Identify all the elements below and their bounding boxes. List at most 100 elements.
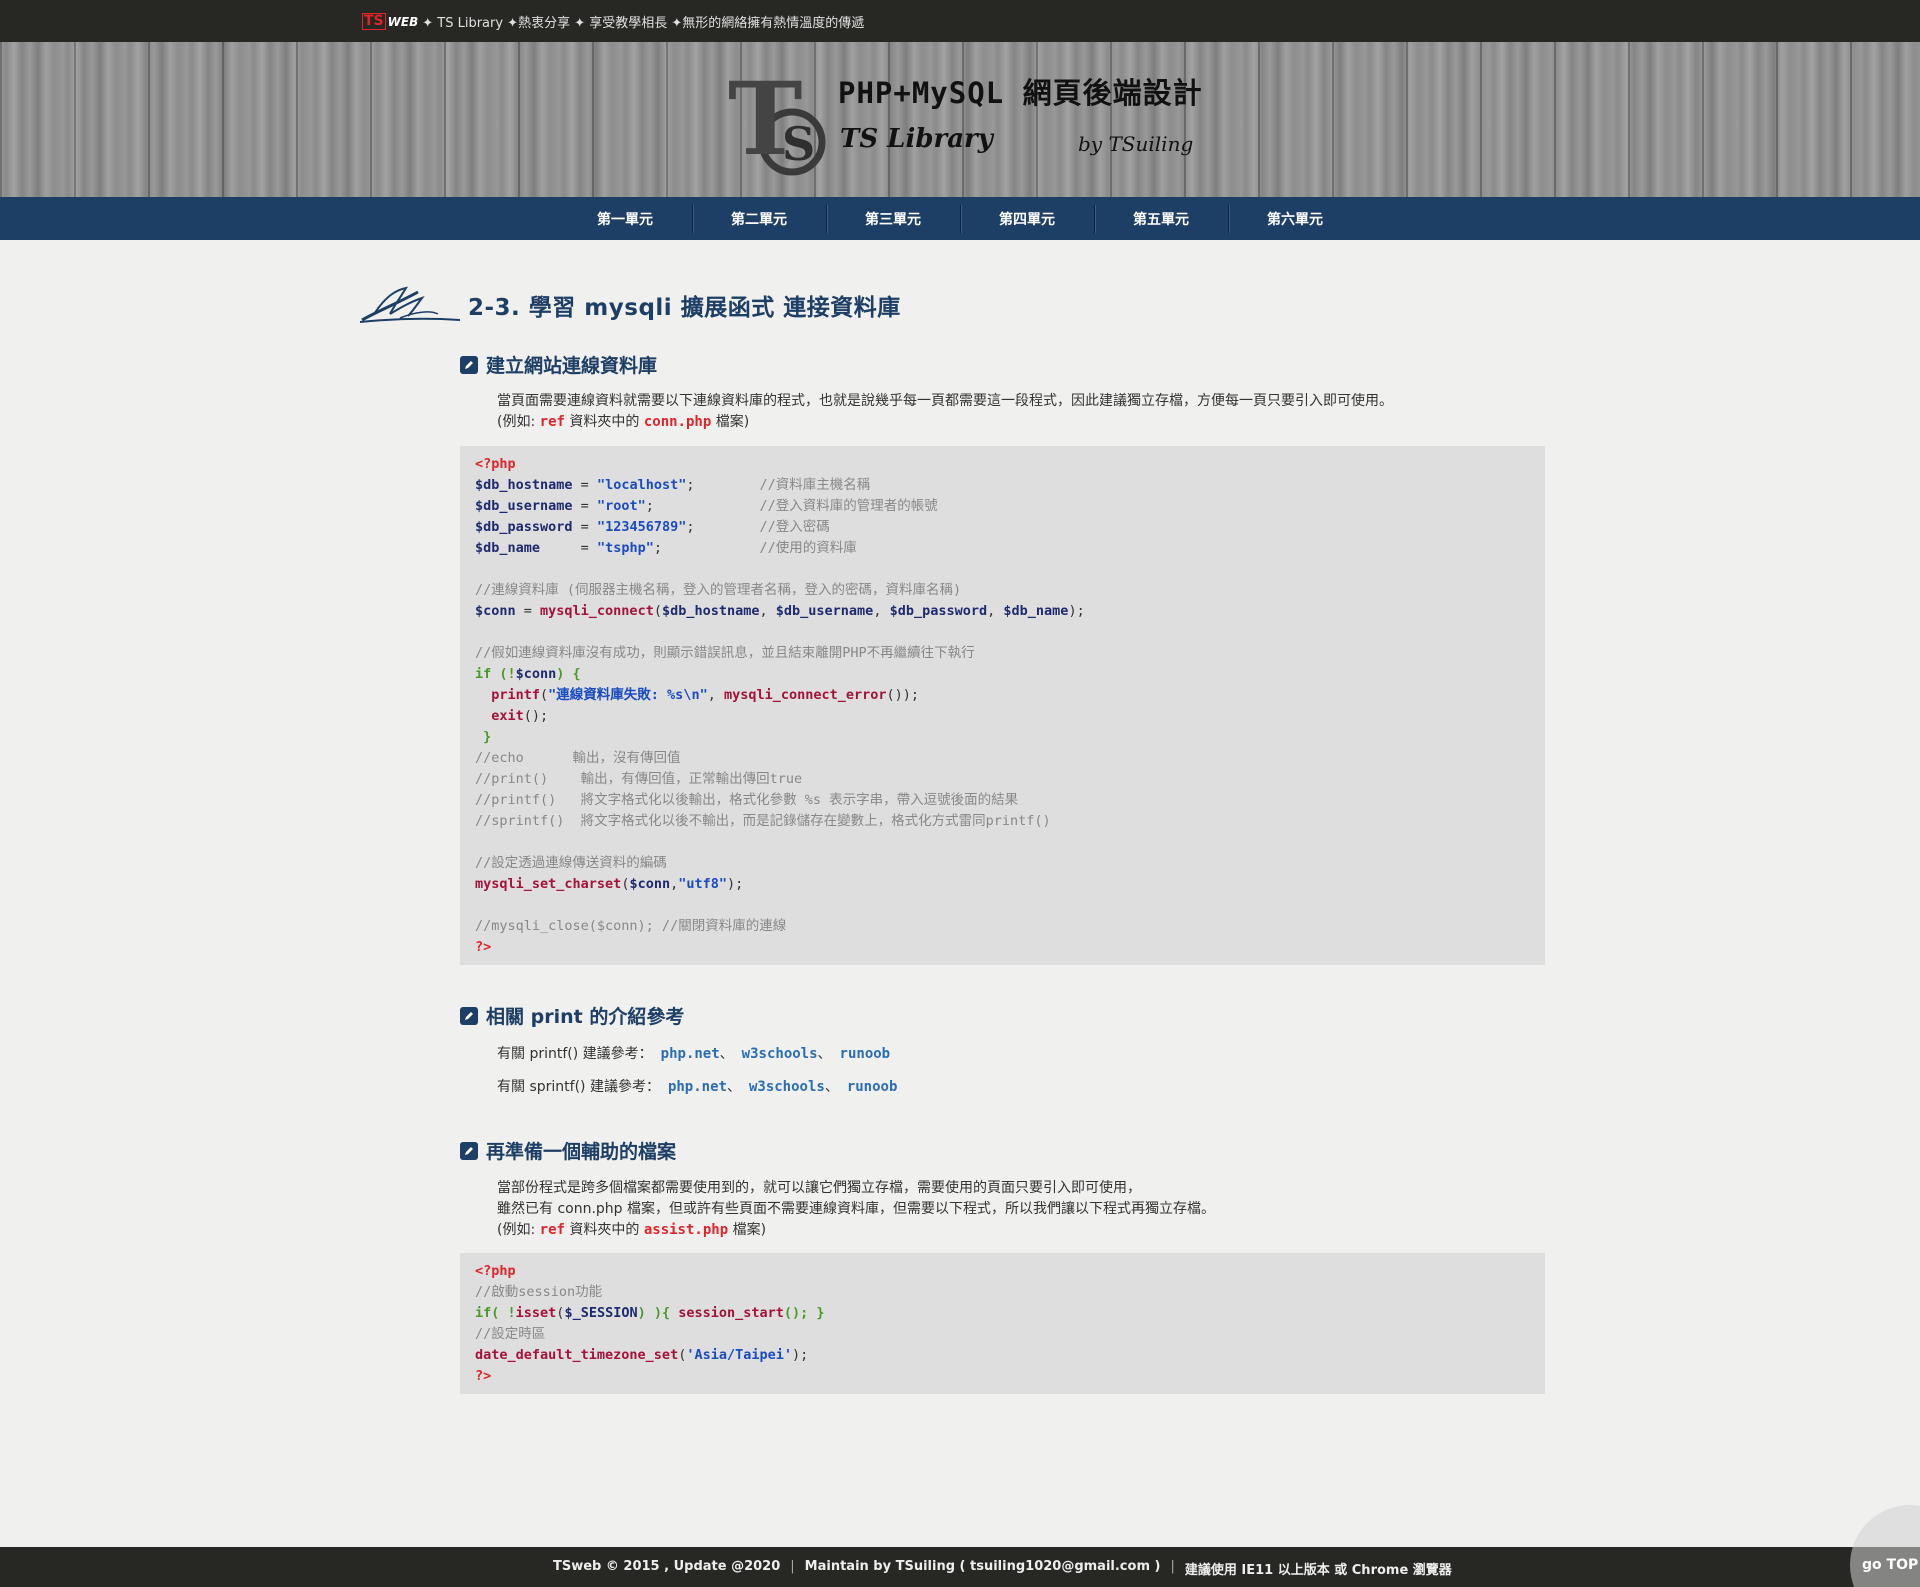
code-token: ?> bbox=[475, 1368, 492, 1384]
nav-item-unit-2[interactable]: 第二單元 bbox=[692, 197, 826, 240]
code-line: ?> bbox=[475, 1366, 1530, 1387]
ts-web-logo[interactable]: TS bbox=[362, 13, 386, 30]
code-line: //echo 輸出，沒有傳回值 bbox=[475, 748, 1530, 769]
sprintf-label: 有關 sprintf() 建議參考： bbox=[497, 1079, 660, 1095]
code-line: //mysqli_close($conn); //關閉資料庫的連線 bbox=[475, 916, 1530, 937]
go-top-label: go TOP bbox=[1862, 1557, 1919, 1573]
code-token: $conn bbox=[515, 666, 557, 682]
text-segment: 檔案) bbox=[728, 1222, 767, 1238]
code-token: "123456789" bbox=[596, 519, 687, 535]
printf-link-runoob[interactable]: runoob bbox=[840, 1046, 891, 1062]
code-token: exit bbox=[475, 708, 524, 724]
code-line: //設定透過連線傳送資料的編碼 bbox=[475, 853, 1530, 874]
code-line: <?php bbox=[475, 1261, 1530, 1282]
code-token: = bbox=[572, 477, 597, 493]
section1-description: 當頁面需要連線資料就需要以下連線資料庫的程式，也就是說幾乎每一頁都需要這一段程式… bbox=[497, 391, 1393, 433]
sprintf-link-runoob[interactable]: runoob bbox=[847, 1079, 898, 1095]
code-token: $db_password bbox=[475, 519, 573, 535]
code-line: //sprintf() 將文字格式化以後不輸出，而是記錄儲存在變數上，格式化方式… bbox=[475, 811, 1530, 832]
code-token: , bbox=[987, 603, 1004, 619]
section-title-text: 建立網站連線資料庫 bbox=[486, 355, 658, 377]
code-token: = bbox=[540, 540, 597, 556]
code-token: ()); bbox=[886, 687, 920, 703]
code-token: $db_username bbox=[775, 603, 874, 619]
code-token: ; bbox=[686, 477, 760, 493]
nav-item-unit-4[interactable]: 第四單元 bbox=[960, 197, 1094, 240]
edit-icon bbox=[460, 355, 478, 374]
code-token: ?> bbox=[475, 939, 492, 955]
code-token: //登入資料庫的管理者的帳號 bbox=[759, 498, 938, 514]
code-token: "localhost" bbox=[596, 477, 687, 493]
code-block-conn[interactable]: <?php $db_hostname = "localhost"; //資料庫主… bbox=[460, 446, 1545, 965]
topbar-slogan: ✦ TS Library ✦熱衷分享 ✦ 享受教學相長 ✦無形的網絡擁有熱情溫度… bbox=[422, 16, 865, 31]
code-token: "連線資料庫失敗: %s\n" bbox=[548, 687, 708, 703]
code-token: $db_password bbox=[889, 603, 988, 619]
code-line: printf("連線資料庫失敗: %s\n", mysqli_connect_e… bbox=[475, 685, 1530, 706]
code-token: , bbox=[873, 603, 890, 619]
text-segment: 資料夾中的 bbox=[564, 1222, 644, 1238]
code-token: <?php bbox=[475, 456, 516, 472]
code-token: $db_name bbox=[475, 540, 541, 556]
footer-maintainer[interactable]: Maintain by TSuiling ( tsuiling1020@gmai… bbox=[805, 1559, 1161, 1578]
section3-line2: 雖然已有 conn.php 檔案，但或許有些頁面不需要連線資料庫，但需要以下程式… bbox=[497, 1201, 1216, 1217]
code-line: $conn = mysqli_connect($db_hostname, $db… bbox=[475, 601, 1530, 622]
ref-folder-name: ref bbox=[539, 414, 565, 430]
printf-link-php-net[interactable]: php.net bbox=[661, 1046, 720, 1062]
section-title-text: 相關 print 的介紹參考 bbox=[486, 1006, 685, 1028]
code-token: , bbox=[707, 687, 724, 703]
ref-folder-name: ref bbox=[539, 1222, 565, 1238]
code-token: if bbox=[475, 1305, 492, 1321]
nav-item-unit-5[interactable]: 第五單元 bbox=[1094, 197, 1228, 240]
code-token: "root" bbox=[596, 498, 646, 514]
sprintf-references: 有關 sprintf() 建議參考： php.net、 w3schools、 runo… bbox=[497, 1077, 897, 1098]
nav-item-unit-1[interactable]: 第一單元 bbox=[558, 197, 692, 240]
code-block-assist[interactable]: <?php //啟動session功能 if( !isset($_SESSION… bbox=[460, 1253, 1545, 1394]
footer-browser-note: 建議使用 IE11 以上版本 或 Chrome 瀏覽器 bbox=[1184, 1563, 1452, 1578]
code-token: (! bbox=[491, 666, 516, 682]
printf-label: 有關 printf() 建議參考： bbox=[497, 1046, 653, 1062]
code-token: //printf() 將文字格式化以後輸出，格式化參數 %s 表示字串，帶入逗號… bbox=[475, 792, 1019, 808]
ts-library-logo[interactable]: T S bbox=[722, 60, 830, 182]
nav-item-unit-6[interactable]: 第六單元 bbox=[1228, 197, 1362, 240]
code-line: //printf() 將文字格式化以後輸出，格式化參數 %s 表示字串，帶入逗號… bbox=[475, 790, 1530, 811]
code-token: ); bbox=[792, 1347, 809, 1363]
text-segment: (例如: bbox=[497, 1222, 540, 1238]
banner-subtitle: TS Library bbox=[840, 124, 993, 154]
svg-text:S: S bbox=[782, 117, 815, 171]
code-line: //假如連線資料庫沒有成功，則顯示錯誤訊息，並且結束離開PHP不再繼續往下執行 bbox=[475, 643, 1530, 664]
section-title-print-ref: 相關 print 的介紹參考 bbox=[460, 1002, 684, 1029]
code-token: ( bbox=[540, 687, 549, 703]
code-token: $_SESSION bbox=[564, 1305, 638, 1321]
code-line: } bbox=[475, 727, 1530, 748]
code-token: //mysqli_close($conn); //關閉資料庫的連線 bbox=[475, 918, 787, 934]
code-token: //設定透過連線傳送資料的編碼 bbox=[475, 855, 667, 871]
sprintf-link-w3schools[interactable]: w3schools bbox=[749, 1079, 825, 1095]
text-segment: (例如: bbox=[497, 414, 540, 430]
code-token: ; bbox=[645, 498, 760, 514]
section3-line1: 當部份程式是跨多個檔案都需要使用到的，就可以讓它們獨立存檔，需要使用的頁面只要引… bbox=[497, 1180, 1141, 1196]
printf-link-w3schools[interactable]: w3schools bbox=[742, 1046, 818, 1062]
code-token: ); bbox=[727, 876, 744, 892]
code-token: = bbox=[515, 603, 541, 619]
code-token: <?php bbox=[475, 1263, 516, 1279]
code-token: if bbox=[475, 666, 492, 682]
section3-description: 當部份程式是跨多個檔案都需要使用到的，就可以讓它們獨立存檔，需要使用的頁面只要引… bbox=[497, 1178, 1215, 1241]
edit-icon bbox=[460, 1006, 478, 1025]
sprintf-link-php-net[interactable]: php.net bbox=[668, 1079, 727, 1095]
section3-line3: (例如: ref 資料夾中的 assist.php 檔案) bbox=[497, 1220, 1215, 1241]
code-token: ( ! bbox=[491, 1305, 516, 1321]
web-logo-word[interactable]: WEB bbox=[388, 15, 419, 29]
banner-title: PHP+MySQL 網頁後端設計 bbox=[838, 76, 1203, 110]
code-token: ( bbox=[653, 603, 662, 619]
section-title-connect-db: 建立網站連線資料庫 bbox=[460, 351, 657, 378]
code-token: //啟動session功能 bbox=[475, 1284, 603, 1300]
code-line: <?php bbox=[475, 454, 1530, 475]
top-bar: TS WEB ✦ TS Library ✦熱衷分享 ✦ 享受教學相長 ✦無形的網… bbox=[0, 0, 1920, 42]
nav-item-unit-3[interactable]: 第三單元 bbox=[826, 197, 960, 240]
section-title-assist-file: 再準備一個輔助的檔案 bbox=[460, 1137, 676, 1164]
go-top-button[interactable]: go TOP bbox=[1850, 1505, 1920, 1587]
